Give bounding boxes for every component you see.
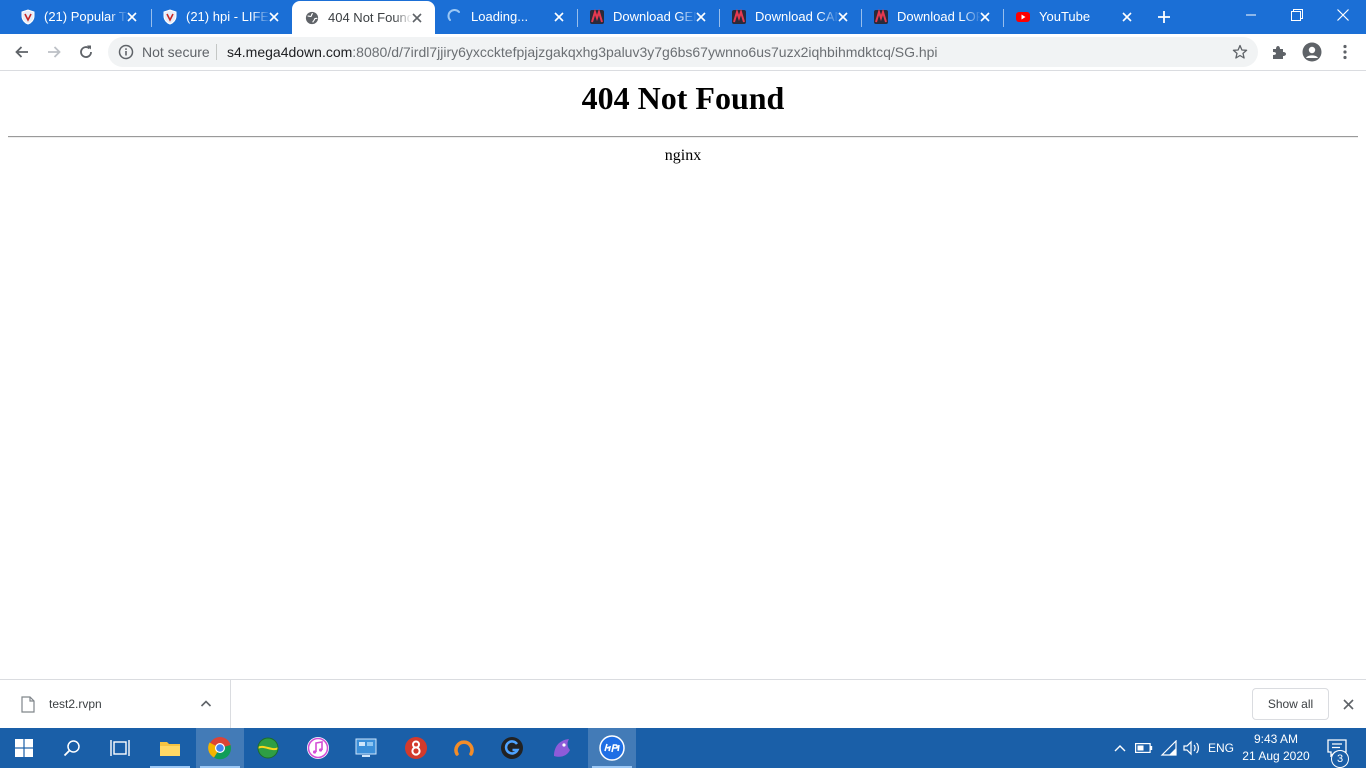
app-orange-ring-icon[interactable] [440,728,488,768]
browser-toolbar: Not secure s4.mega4down.com:8080/d/7irdl… [0,34,1366,71]
profile-avatar-icon[interactable] [1298,38,1326,66]
search-icon[interactable] [48,728,96,768]
tab-title: Loading... [471,9,529,24]
bookmark-star-icon[interactable] [1232,44,1248,60]
tab-youtube[interactable]: YouTube [1003,0,1145,34]
tab-download-ger[interactable]: Download GER [577,0,719,34]
menu-kebab-icon[interactable] [1331,38,1359,66]
tab-title: Download GER [613,9,697,24]
close-window-button[interactable] [1320,0,1366,30]
tab-popular-to[interactable]: (21) Popular To [8,0,150,34]
volume-icon[interactable] [1180,728,1204,768]
back-button[interactable] [8,38,36,66]
address-bar[interactable]: Not secure s4.mega4down.com:8080/d/7irdl… [108,37,1258,67]
notification-count: 3 [1336,753,1344,765]
download-file-name: test2.rvpn [49,697,102,711]
download-shelf: test2.rvpn Show all [0,679,1366,728]
tab-download-can[interactable]: Download CAN [719,0,861,34]
globe-icon [304,10,320,26]
control-panel-icon[interactable] [342,728,390,768]
security-label[interactable]: Not secure [142,44,210,60]
close-tab-icon[interactable] [977,9,993,25]
url-host: s4.mega4down.com [227,44,353,60]
tab-title: Download LOR [897,9,981,24]
clock-date: 21 Aug 2020 [1242,749,1310,763]
mega-download-icon [873,9,889,25]
tab-title: 404 Not Found [328,10,412,25]
windows-taskbar: ENG 9:43 AM 21 Aug 2020 [0,728,1366,768]
close-tab-icon[interactable] [124,9,140,25]
notification-count-badge: 3 [1331,750,1349,768]
wifi-icon[interactable] [1157,728,1181,768]
close-tab-icon[interactable] [1119,9,1135,25]
task-view-icon[interactable] [96,728,144,768]
restore-window-button[interactable] [1274,0,1320,30]
chevron-up-icon[interactable] [198,696,214,712]
globe-app-icon[interactable] [244,728,292,768]
windows-start-icon[interactable] [0,728,48,768]
server-name: nginx [664,147,702,164]
show-all-button[interactable]: Show all [1252,688,1329,720]
url-path: :8080/d/7irdl7jjiry6yxccktefpjajzgakqxhg… [352,44,938,60]
forward-button[interactable] [40,38,68,66]
file-explorer-icon[interactable] [146,728,194,768]
close-tab-icon[interactable] [835,9,851,25]
hpi-app-icon[interactable] [588,728,636,768]
battery-icon[interactable] [1132,728,1156,768]
app-8-icon[interactable] [392,728,440,768]
tab-download-lor[interactable]: Download LOR [861,0,1003,34]
youtube-icon [1015,9,1031,25]
tab-title: (21) Popular To [44,9,128,24]
page-title: 404 Not Found [581,80,785,116]
omnibox-divider [216,44,217,60]
clock-time: 9:43 AM [1253,732,1299,746]
new-tab-button[interactable] [1152,5,1176,29]
mega-download-icon [731,9,747,25]
download-item[interactable]: test2.rvpn [0,680,231,728]
tab-hpi-life[interactable]: (21) hpi - LIFE [150,0,292,34]
vpn-shield-icon [162,9,178,25]
minimize-window-button[interactable] [1228,0,1274,30]
extensions-puzzle-icon[interactable] [1265,38,1293,66]
tab-strip: (21) Popular To (21) hpi - LIFE 404 Not … [0,0,1366,34]
info-icon[interactable] [118,44,134,60]
mega-download-icon [589,9,605,25]
horizontal-rule [8,136,1358,138]
loading-spinner-icon [447,9,463,25]
tab-title: Download CAN [755,9,839,24]
language-indicator[interactable]: ENG [1206,728,1236,768]
tab-title: YouTube [1039,9,1091,24]
url-text[interactable]: s4.mega4down.com:8080/d/7irdl7jjiry6yxcc… [227,44,938,60]
close-tab-icon[interactable] [409,10,425,26]
close-tab-icon[interactable] [266,9,282,25]
show-hidden-icons-chevron-icon[interactable] [1108,728,1132,768]
system-clock[interactable]: 9:43 AM 21 Aug 2020 [1238,731,1314,765]
itunes-icon[interactable] [294,728,342,768]
tab-loading[interactable]: Loading... [435,0,577,34]
close-shelf-icon[interactable] [1339,695,1357,713]
reload-button[interactable] [72,38,100,66]
app-purple-icon[interactable] [538,728,586,768]
close-tab-icon[interactable] [693,9,709,25]
close-tab-icon[interactable] [551,9,567,25]
vpn-shield-icon [20,9,36,25]
app-g-icon[interactable] [488,728,536,768]
chrome-icon[interactable] [196,728,244,768]
page-content: 404 Not Found nginx [0,72,1366,679]
tab-title: (21) hpi - LIFE [186,9,270,24]
file-icon [21,696,35,713]
tab-404-not-found[interactable]: 404 Not Found [292,1,435,34]
